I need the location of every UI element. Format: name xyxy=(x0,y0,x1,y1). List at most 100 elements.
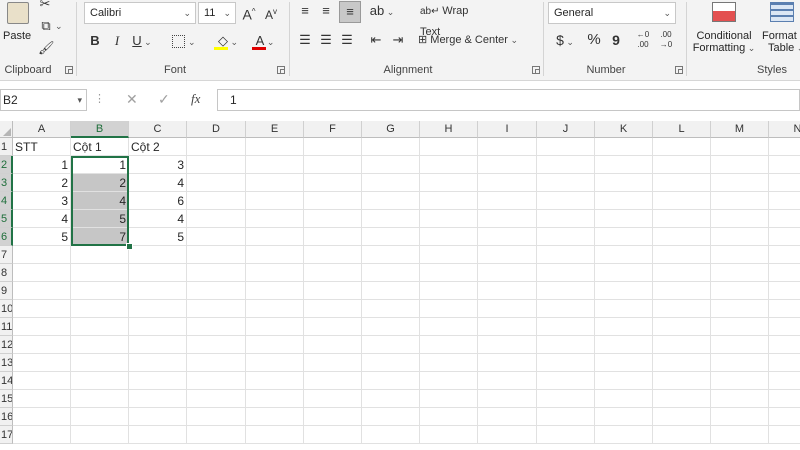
column-header-j[interactable]: J xyxy=(537,121,595,138)
cell[interactable] xyxy=(420,246,478,264)
cell[interactable] xyxy=(537,210,595,228)
enter-icon[interactable]: ✓ xyxy=(158,91,170,108)
row-header-6[interactable]: 6 xyxy=(0,228,13,246)
cell[interactable] xyxy=(13,390,71,408)
orientation-icon[interactable]: ab ⌄ xyxy=(369,1,395,22)
fill-handle[interactable] xyxy=(126,243,133,250)
cell[interactable] xyxy=(420,426,478,444)
cell[interactable] xyxy=(595,426,653,444)
cell[interactable] xyxy=(362,372,420,390)
cell[interactable] xyxy=(769,282,800,300)
cell[interactable] xyxy=(595,336,653,354)
cell[interactable] xyxy=(71,372,129,390)
cell[interactable] xyxy=(304,246,362,264)
cell[interactable] xyxy=(304,336,362,354)
cell[interactable] xyxy=(478,300,537,318)
row-header-9[interactable]: 9 xyxy=(0,282,13,300)
cell[interactable] xyxy=(420,192,478,210)
cell[interactable] xyxy=(71,282,129,300)
increase-indent-icon[interactable]: ⇥ xyxy=(390,30,406,50)
cell[interactable] xyxy=(653,174,711,192)
data-cell[interactable]: 3 xyxy=(13,192,71,210)
cell[interactable] xyxy=(362,228,420,246)
row-header-5[interactable]: 5 xyxy=(0,210,13,228)
cell[interactable] xyxy=(362,408,420,426)
cell[interactable] xyxy=(71,246,129,264)
cell[interactable] xyxy=(769,264,800,282)
column-header-i[interactable]: I xyxy=(478,121,537,138)
cell[interactable] xyxy=(653,228,711,246)
font-size-select[interactable]: 11 ⌄ xyxy=(198,2,236,24)
cell[interactable] xyxy=(653,282,711,300)
cell[interactable] xyxy=(129,318,187,336)
cell[interactable] xyxy=(478,210,537,228)
cell[interactable] xyxy=(537,336,595,354)
cell[interactable] xyxy=(595,192,653,210)
cell[interactable] xyxy=(769,336,800,354)
cell[interactable] xyxy=(537,318,595,336)
column-header-b[interactable]: B xyxy=(71,121,129,138)
cell[interactable] xyxy=(187,228,246,246)
cell[interactable] xyxy=(711,336,769,354)
cell[interactable] xyxy=(420,354,478,372)
column-header-n[interactable]: N xyxy=(769,121,800,138)
cell[interactable] xyxy=(187,138,246,156)
cell[interactable] xyxy=(362,426,420,444)
cell[interactable] xyxy=(595,390,653,408)
cell[interactable] xyxy=(246,426,304,444)
cell[interactable] xyxy=(362,300,420,318)
cell[interactable] xyxy=(362,264,420,282)
copy-dropdown-icon[interactable]: ⌄ xyxy=(55,16,63,36)
cell[interactable] xyxy=(769,300,800,318)
format-as-table-button[interactable]: Format as Table ⌄ xyxy=(758,0,800,58)
cell[interactable] xyxy=(187,354,246,372)
cell[interactable] xyxy=(420,174,478,192)
formula-input[interactable]: 1 xyxy=(217,89,800,111)
cell[interactable] xyxy=(187,390,246,408)
percent-button[interactable]: % xyxy=(586,30,602,50)
cell[interactable] xyxy=(420,390,478,408)
cell[interactable] xyxy=(187,318,246,336)
column-header-m[interactable]: M xyxy=(711,121,769,138)
cell[interactable] xyxy=(478,336,537,354)
cell[interactable] xyxy=(362,282,420,300)
cell[interactable] xyxy=(769,246,800,264)
cell[interactable] xyxy=(653,390,711,408)
cell[interactable] xyxy=(478,156,537,174)
cell[interactable] xyxy=(13,318,71,336)
cell[interactable] xyxy=(653,246,711,264)
cell[interactable] xyxy=(595,228,653,246)
data-cell[interactable]: 2 xyxy=(13,174,71,192)
cell[interactable] xyxy=(653,336,711,354)
cell[interactable] xyxy=(595,264,653,282)
data-cell[interactable]: 4 xyxy=(13,210,71,228)
cell[interactable] xyxy=(595,156,653,174)
align-center-icon[interactable]: ☰ xyxy=(318,30,334,50)
cell[interactable] xyxy=(187,156,246,174)
cell[interactable] xyxy=(71,426,129,444)
row-header-13[interactable]: 13 xyxy=(0,354,13,372)
cell[interactable] xyxy=(769,156,800,174)
underline-button[interactable]: U ⌄ xyxy=(131,31,153,52)
cell[interactable] xyxy=(711,408,769,426)
cell[interactable] xyxy=(304,390,362,408)
cell[interactable] xyxy=(13,354,71,372)
cell[interactable] xyxy=(129,246,187,264)
cell[interactable] xyxy=(71,408,129,426)
cell[interactable] xyxy=(653,138,711,156)
column-header-e[interactable]: E xyxy=(246,121,304,138)
cell[interactable] xyxy=(246,192,304,210)
format-painter-icon[interactable]: 🖌 xyxy=(38,38,55,58)
cell[interactable] xyxy=(246,282,304,300)
cell[interactable] xyxy=(304,264,362,282)
cell[interactable] xyxy=(362,210,420,228)
data-cell[interactable]: 1 xyxy=(13,156,71,174)
row-header-7[interactable]: 7 xyxy=(0,246,13,264)
cell[interactable] xyxy=(711,156,769,174)
cell[interactable] xyxy=(13,408,71,426)
cell[interactable] xyxy=(478,228,537,246)
cell[interactable] xyxy=(13,372,71,390)
decrease-decimal-button[interactable]: .00 →0 xyxy=(655,30,677,50)
cell[interactable] xyxy=(129,408,187,426)
cell[interactable] xyxy=(304,192,362,210)
